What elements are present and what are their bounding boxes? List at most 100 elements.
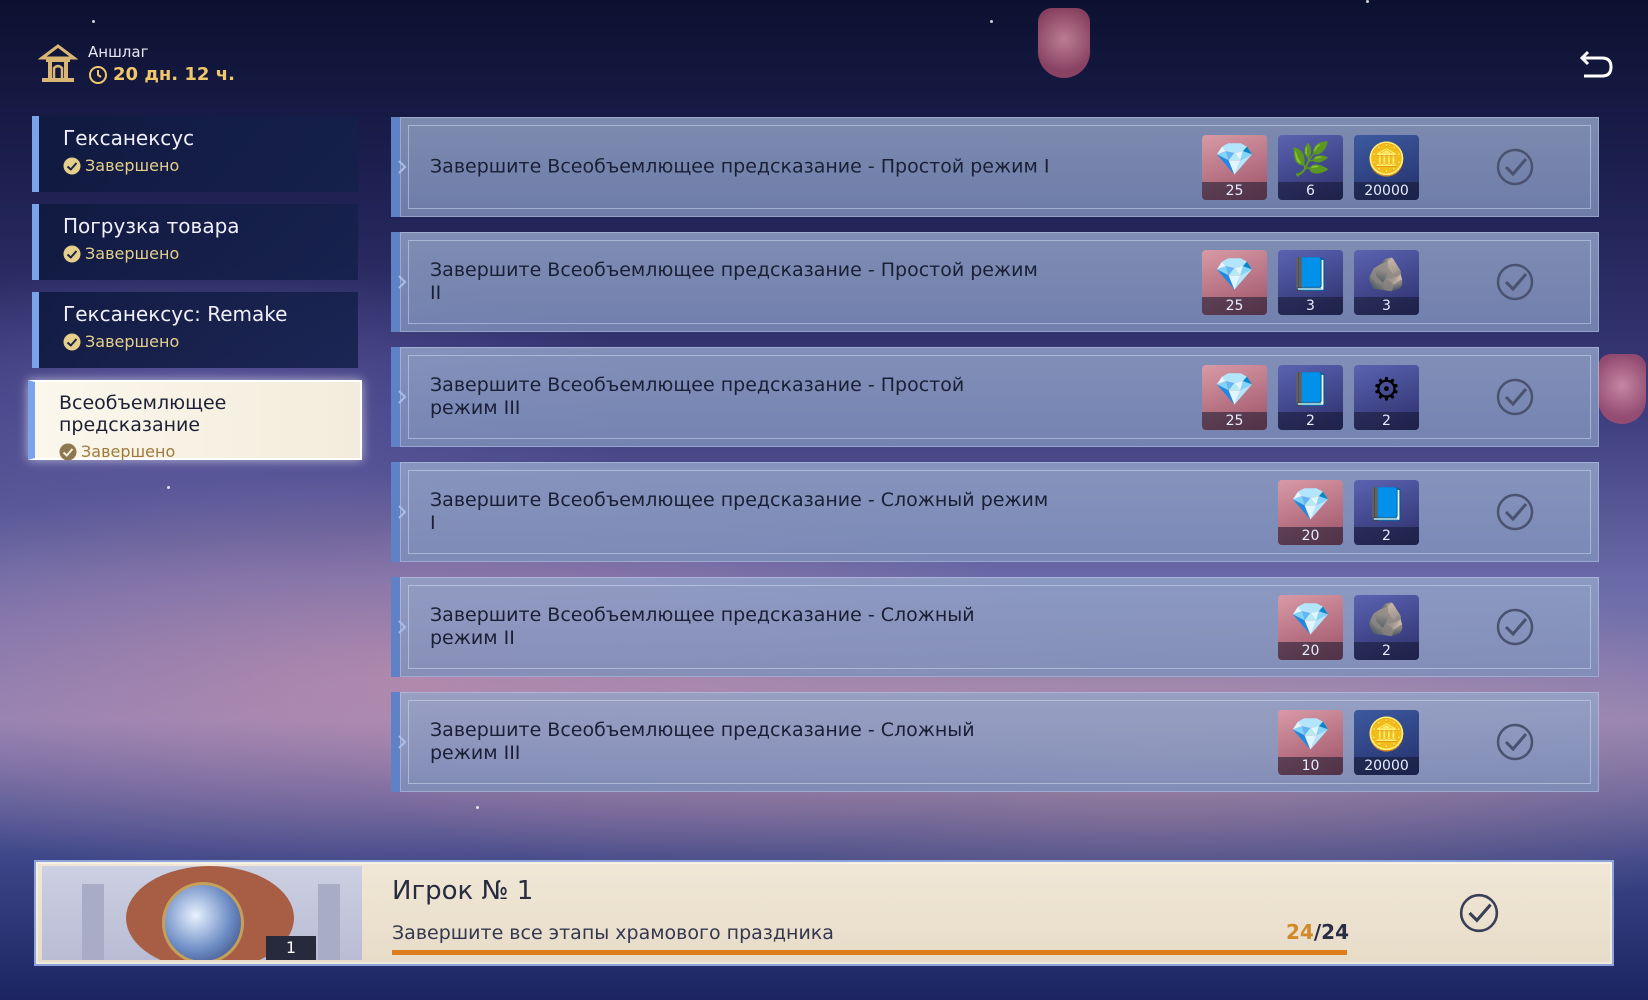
chevron-right-icon	[398, 390, 407, 404]
astrolabe-orb-icon[interactable]	[162, 882, 244, 960]
sidebar: Гексанексус Завершено Погрузка товара За…	[28, 116, 362, 472]
claimed-check-icon	[1496, 263, 1534, 301]
mora-icon[interactable]: 🪙 20000	[1354, 710, 1419, 775]
reward-list: 💎 25 📘 3 🪨 3	[1202, 250, 1419, 315]
claimed-check-icon	[1459, 893, 1499, 933]
magic-ore-icon[interactable]: ⚙ 2	[1354, 365, 1419, 430]
completed-check-icon	[63, 245, 81, 262]
reward-count: 2	[1354, 642, 1419, 660]
timer-text: 20 дн. 12 ч.	[113, 64, 235, 85]
ore-icon[interactable]: 🪨 2	[1354, 595, 1419, 660]
floating-lantern	[1598, 354, 1646, 424]
hero-wit-icon[interactable]: 📘 3	[1278, 250, 1343, 315]
task-row[interactable]: Завершите Всеобъемлющее предсказание - С…	[391, 462, 1599, 562]
claimed-check-icon	[1496, 148, 1534, 186]
task-description: Завершите Всеобъемлющее предсказание - П…	[430, 374, 965, 419]
status-text: Завершено	[81, 442, 176, 461]
leaf-icon[interactable]: 🌿 6	[1278, 135, 1343, 200]
reward-count: 10	[1278, 757, 1343, 775]
reward-count: 2	[1278, 412, 1343, 430]
reward-list: 💎 20 🪨 2	[1278, 595, 1419, 660]
task-row[interactable]: Завершите Всеобъемлющее предсказание - С…	[391, 577, 1599, 677]
chevron-right-icon	[398, 275, 407, 289]
task-description: Завершите Всеобъемлющее предсказание - С…	[430, 719, 975, 764]
ore-icon[interactable]: 🪨 3	[1354, 250, 1419, 315]
event-timer: 20 дн. 12 ч.	[88, 64, 235, 85]
temple-icon	[38, 44, 78, 82]
completed-check-icon	[63, 333, 81, 350]
sidebar-item-title: Всеобъемлющее предсказание	[59, 392, 227, 436]
reward-count: 20	[1278, 527, 1343, 545]
sidebar-item-hexanexus-remake[interactable]: Гексанексус: Remake Завершено	[32, 292, 358, 368]
mora-icon[interactable]: 🪙 20000	[1354, 135, 1419, 200]
sidebar-item-title: Погрузка товара	[63, 214, 240, 238]
reward-list: 💎 25 🌿 6 🪙 20000	[1202, 135, 1419, 200]
chevron-right-icon	[398, 735, 407, 749]
sidebar-item-status: Завершено	[63, 332, 358, 351]
task-row[interactable]: Завершите Всеобъемлющее предсказание - П…	[391, 232, 1599, 332]
reward-count: 1	[266, 936, 316, 960]
sidebar-item-status: Завершено	[63, 244, 358, 263]
reward-count: 20	[1278, 642, 1343, 660]
chevron-right-icon	[398, 620, 407, 634]
progress-total: 24	[1321, 920, 1349, 944]
reward-count: 2	[1354, 412, 1419, 430]
status-text: Завершено	[85, 156, 180, 175]
claimed-check-icon	[1496, 723, 1534, 761]
sidebar-item-status: Завершено	[59, 442, 360, 461]
event-header: Аншлаг 20 дн. 12 ч.	[38, 42, 235, 86]
task-description: Завершите Всеобъемлющее предсказание - С…	[430, 489, 1049, 534]
sidebar-item-prediction[interactable]: Всеобъемлющее предсказание Завершено	[28, 380, 362, 461]
reward-list: 💎 10 🪙 20000	[1278, 710, 1419, 775]
sidebar-item-title: Гексанексус	[63, 126, 195, 150]
crystal-icon[interactable]: 💎 20	[1278, 480, 1343, 545]
reward-list: 💎 25 📘 2 ⚙ 2	[1202, 365, 1419, 430]
milestone-reward-art: 1	[42, 866, 362, 960]
milestone-panel[interactable]: 1 Игрок № 1 Завершите все этапы храмовог…	[34, 860, 1614, 966]
reward-list: 💎 20 📘 2	[1278, 480, 1419, 545]
milestone-title: Игрок № 1	[392, 876, 534, 906]
back-button[interactable]	[1578, 44, 1616, 82]
reward-count: 2	[1354, 527, 1419, 545]
hero-wit-icon[interactable]: 📘 2	[1278, 365, 1343, 430]
crystal-icon[interactable]: 💎 10	[1278, 710, 1343, 775]
progress-counter: 24/24	[1286, 920, 1349, 944]
task-row[interactable]: Завершите Всеобъемлющее предсказание - С…	[391, 692, 1599, 792]
task-list: Завершите Всеобъемлющее предсказание - П…	[391, 117, 1599, 807]
progress-fill	[392, 950, 1347, 955]
reward-count: 3	[1354, 297, 1419, 315]
task-description: Завершите Всеобъемлющее предсказание - С…	[430, 604, 975, 649]
milestone-description: Завершите все этапы храмового праздника	[392, 922, 834, 944]
progress-current: 24	[1286, 920, 1314, 944]
crystal-icon[interactable]: 💎 25	[1202, 250, 1267, 315]
sidebar-item-hexanexus[interactable]: Гексанексус Завершено	[32, 116, 358, 192]
reward-count: 3	[1278, 297, 1343, 315]
chevron-right-icon	[398, 505, 407, 519]
status-text: Завершено	[85, 244, 180, 263]
reward-count: 6	[1278, 182, 1343, 200]
completed-check-icon	[63, 157, 81, 174]
crystal-icon[interactable]: 💎 20	[1278, 595, 1343, 660]
clock-icon	[89, 65, 107, 84]
claimed-check-icon	[1496, 608, 1534, 646]
sidebar-item-status: Завершено	[63, 156, 358, 175]
reward-count: 25	[1202, 297, 1267, 315]
floating-lantern	[1038, 8, 1090, 78]
sidebar-item-title: Гексанексус: Remake	[63, 302, 288, 326]
reward-count: 25	[1202, 412, 1267, 430]
claimed-check-icon	[1496, 378, 1534, 416]
sidebar-item-cargo-loading[interactable]: Погрузка товара Завершено	[32, 204, 358, 280]
task-row[interactable]: Завершите Всеобъемлющее предсказание - П…	[391, 117, 1599, 217]
chevron-right-icon	[398, 160, 407, 174]
task-description: Завершите Всеобъемлющее предсказание - П…	[430, 155, 1050, 178]
task-row[interactable]: Завершите Всеобъемлющее предсказание - П…	[391, 347, 1599, 447]
status-text: Завершено	[85, 332, 180, 351]
hero-wit-icon[interactable]: 📘 2	[1354, 480, 1419, 545]
reward-count: 25	[1202, 182, 1267, 200]
claimed-check-icon	[1496, 493, 1534, 531]
crystal-icon[interactable]: 💎 25	[1202, 365, 1267, 430]
crystal-icon[interactable]: 💎 25	[1202, 135, 1267, 200]
event-name: Аншлаг	[88, 43, 149, 61]
reward-count: 20000	[1354, 182, 1419, 200]
completed-check-icon	[59, 443, 77, 460]
